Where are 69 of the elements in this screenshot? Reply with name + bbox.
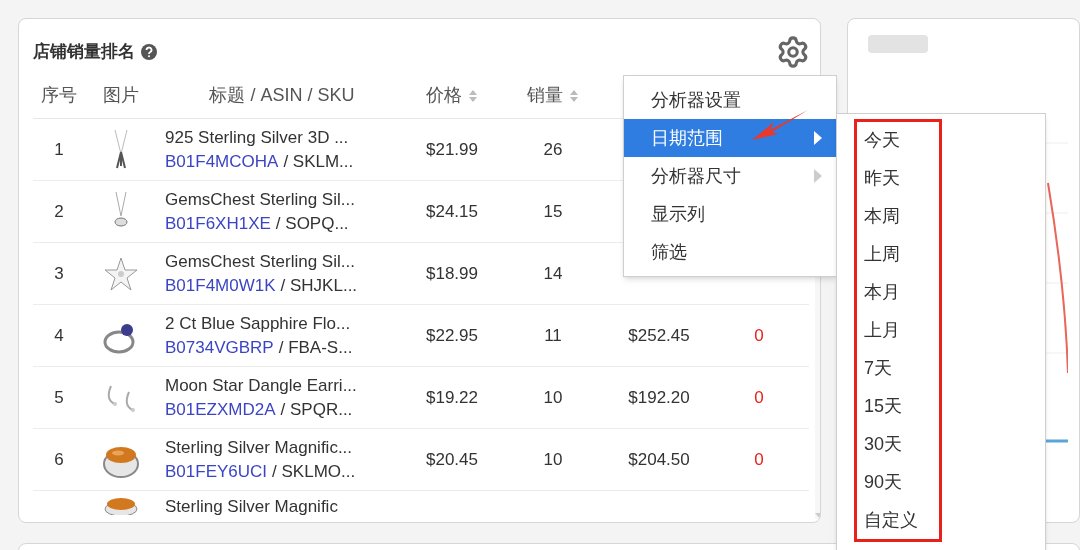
submenu-item[interactable]: 90天: [864, 463, 939, 502]
table-cell-text: $22.95: [426, 324, 478, 347]
submenu-item[interactable]: 上周: [864, 235, 939, 274]
product-title: Sterling Silver Magnific: [165, 496, 338, 518]
help-icon[interactable]: [141, 44, 157, 60]
submenu-item[interactable]: 本月: [864, 273, 939, 312]
table-cell-text: $192.20: [628, 386, 690, 409]
menu-item[interactable]: 显示列: [624, 195, 836, 233]
asin-link[interactable]: B01F6XH1XE: [165, 211, 271, 236]
sku-text: / SKLMO...: [272, 460, 356, 483]
sku-text: / SHJKL...: [280, 274, 358, 297]
product-title: 925 Sterling Silver 3D ...: [165, 126, 349, 149]
sku-text: / SPQR...: [280, 398, 353, 421]
sku-text: / SKLM...: [283, 150, 354, 173]
sku-text: / SOPQ...: [275, 212, 349, 235]
submenu-item[interactable]: 30天: [864, 425, 939, 464]
asin-link[interactable]: B01FEY6UCI: [165, 459, 268, 484]
submenu-item[interactable]: 15天: [864, 387, 939, 426]
table-cell-text: 1: [54, 138, 64, 161]
column-header: 序号: [41, 84, 77, 107]
submenu-item[interactable]: 昨天: [864, 159, 939, 198]
table-cell-text: 10: [543, 448, 563, 471]
column-header: 图片: [103, 84, 139, 107]
table-cell-text: $204.50: [628, 448, 690, 471]
table-cell-text: $24.15: [426, 200, 478, 223]
table-cell-text: 0: [754, 448, 764, 471]
table-cell-text: 11: [544, 324, 562, 347]
product-title: Moon Star Dangle Earri...: [165, 374, 357, 397]
blurred-title: [867, 35, 928, 53]
asin-link[interactable]: B01EZXMD2A: [165, 397, 276, 422]
table-cell-text: 6: [54, 448, 64, 471]
table-cell-text: 26: [543, 138, 563, 161]
asin-link[interactable]: B0734VGBRP: [165, 335, 274, 360]
table-cell-text: 5: [54, 386, 64, 409]
table-cell-text: 4: [54, 324, 64, 347]
table-cell-text: $252.45: [628, 324, 690, 347]
table-cell-text: 3: [54, 262, 64, 285]
asin-link[interactable]: B01F4M0W1K: [165, 273, 276, 298]
column-header: 价格: [426, 84, 462, 107]
product-title: GemsChest Sterling Sil...: [165, 188, 355, 211]
submenu-item[interactable]: 今天: [864, 122, 939, 160]
product-title: GemsChest Sterling Sil...: [165, 250, 355, 273]
table-cell-text: $21.99: [426, 138, 478, 161]
table-cell-text: 0: [754, 324, 764, 347]
table-cell-text: 15: [543, 200, 563, 223]
menu-item[interactable]: 分析器尺寸: [624, 157, 836, 195]
table-cell-text: 2: [54, 200, 64, 223]
table-cell-text: 14: [543, 262, 563, 285]
menu-item[interactable]: 筛选: [624, 233, 836, 271]
table-cell-text: $20.45: [426, 448, 478, 471]
submenu-arrow-icon: [814, 169, 822, 183]
submenu-item[interactable]: 本周: [864, 197, 939, 236]
column-header: 标题 / ASIN / SKU: [209, 84, 355, 107]
asin-link[interactable]: B01F4MCOHA: [165, 149, 279, 174]
product-title: 2 Ct Blue Sapphire Flo...: [165, 312, 351, 335]
column-header: 销量: [527, 84, 563, 107]
panel-title: 店铺销量排名: [33, 41, 135, 64]
product-title: Sterling Silver Magnific...: [165, 436, 353, 459]
menu-item[interactable]: 分析器设置: [624, 81, 836, 119]
submenu-arrow-icon: [814, 131, 822, 145]
sku-text: / FBA-S...: [278, 336, 353, 359]
table-cell-text: 0: [754, 386, 764, 409]
submenu-item[interactable]: 上月: [864, 311, 939, 350]
table-cell-text: $19.22: [426, 386, 478, 409]
table-cell-text: $18.99: [426, 262, 478, 285]
menu-item[interactable]: 日期范围: [624, 119, 836, 157]
submenu-item[interactable]: 7天: [864, 349, 939, 388]
table-cell-text: 10: [543, 386, 563, 409]
submenu-item[interactable]: 自定义: [864, 501, 939, 539]
